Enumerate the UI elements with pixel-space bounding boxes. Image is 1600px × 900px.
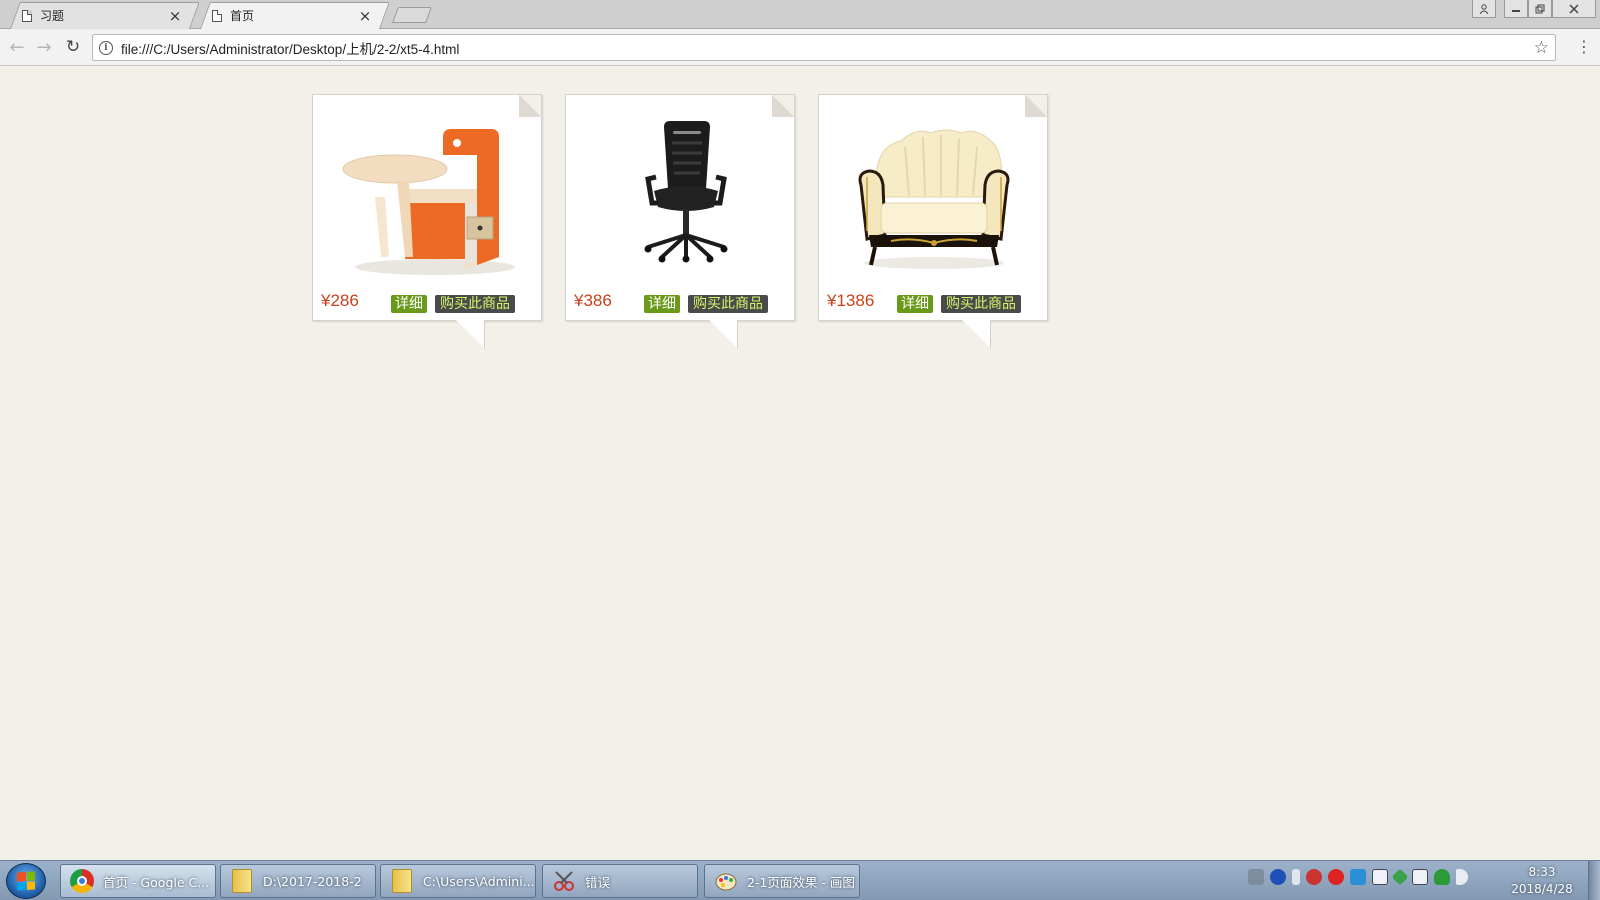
tab-exercises[interactable]: 习题 × bbox=[0, 2, 200, 29]
office-chair-image bbox=[644, 121, 728, 263]
folder-icon bbox=[229, 868, 255, 894]
clock-time: 8:33 bbox=[1528, 865, 1556, 879]
chrome-icon bbox=[69, 868, 95, 894]
taskbar: 首页 - Google C... D:\2017-2018-2 C:\Users… bbox=[0, 860, 1600, 900]
user-icon[interactable] bbox=[1472, 0, 1496, 18]
security-icon[interactable] bbox=[1306, 869, 1322, 885]
taskbar-item-label: 2-1页面效果 - 画图 bbox=[747, 874, 855, 890]
product-card: ¥286 详细 购买此商品 bbox=[312, 94, 542, 348]
clock[interactable]: 8:33 2018/4/28 bbox=[1508, 864, 1576, 898]
show-hidden-icons-icon[interactable] bbox=[1292, 869, 1300, 885]
detail-button[interactable]: 详细 bbox=[644, 295, 680, 313]
reload-icon[interactable]: ↻ bbox=[62, 36, 84, 58]
taskbar-item-label: 首页 - Google C... bbox=[103, 874, 210, 890]
device-icon[interactable] bbox=[1372, 869, 1388, 885]
buy-button[interactable]: 购买此商品 bbox=[435, 295, 515, 313]
page-icon bbox=[212, 9, 222, 22]
restore-icon[interactable] bbox=[1528, 0, 1552, 18]
close-tab-icon[interactable]: × bbox=[358, 7, 372, 25]
minimize-icon[interactable] bbox=[1504, 0, 1528, 18]
page-content: ¥286 详细 购买此商品 ¥386 详细 购买此商品 ¥1386 详细 购买此… bbox=[0, 66, 1600, 860]
info-icon[interactable]: i bbox=[99, 40, 113, 55]
network-icon[interactable] bbox=[1412, 869, 1428, 885]
detail-button[interactable]: 详细 bbox=[897, 295, 933, 313]
product-price: ¥386 bbox=[574, 291, 612, 310]
product-price: ¥1386 bbox=[827, 291, 875, 310]
paint-icon bbox=[713, 868, 739, 894]
close-tab-icon[interactable]: × bbox=[168, 7, 182, 25]
buy-button[interactable]: 购买此商品 bbox=[941, 295, 1021, 313]
page-icon bbox=[22, 9, 32, 22]
card-pointer bbox=[456, 320, 484, 348]
buy-button[interactable]: 购买此商品 bbox=[688, 295, 768, 313]
volume-icon[interactable] bbox=[1456, 869, 1468, 885]
keyboard-icon[interactable] bbox=[1248, 869, 1264, 885]
back-arrow-icon[interactable]: ← bbox=[6, 36, 28, 58]
help-icon[interactable] bbox=[1270, 869, 1286, 885]
start-button[interactable] bbox=[6, 863, 46, 899]
green-diamond-icon[interactable] bbox=[1391, 868, 1409, 886]
taskbar-item-label: 错误 bbox=[585, 874, 611, 890]
new-tab-button[interactable] bbox=[392, 7, 432, 23]
card-pointer bbox=[709, 320, 737, 348]
close-window-icon[interactable] bbox=[1552, 0, 1596, 18]
detail-button[interactable]: 详细 bbox=[391, 295, 427, 313]
snipping-tool-icon bbox=[551, 868, 577, 894]
address-bar[interactable]: i file:///C:/Users/Administrator/Desktop… bbox=[92, 34, 1556, 61]
taskbar-item-error[interactable]: 错误 bbox=[542, 864, 698, 898]
taskbar-item-folder-c[interactable]: C:\Users\Admini... bbox=[380, 864, 536, 898]
armchair-image bbox=[858, 129, 1010, 269]
forward-arrow-icon[interactable]: → bbox=[33, 36, 55, 58]
kids-desk-chair-image bbox=[342, 129, 515, 275]
url-text[interactable]: file:///C:/Users/Administrator/Desktop/上… bbox=[121, 38, 1534, 58]
taskbar-item-label: C:\Users\Admini... bbox=[423, 873, 535, 889]
product-price: ¥286 bbox=[321, 291, 359, 310]
tab-strip: 习题 × 首页 × bbox=[0, 0, 1600, 29]
system-tray bbox=[1248, 868, 1468, 886]
taskbar-item-paint[interactable]: 2-1页面效果 - 画图 bbox=[704, 864, 860, 898]
show-desktop-button[interactable] bbox=[1588, 861, 1600, 900]
product-card: ¥1386 详细 购买此商品 bbox=[818, 94, 1048, 348]
tab-title: 习题 bbox=[40, 9, 65, 23]
bookmark-star-icon[interactable]: ☆ bbox=[1534, 38, 1549, 58]
taskbar-item-chrome[interactable]: 首页 - Google C... bbox=[60, 864, 216, 898]
tab-title: 首页 bbox=[230, 9, 255, 23]
folder-icon bbox=[389, 868, 415, 894]
browser-toolbar: ← → ↻ i file:///C:/Users/Administrator/D… bbox=[0, 30, 1600, 66]
taskbar-item-folder-d[interactable]: D:\2017-2018-2 bbox=[220, 864, 376, 898]
stop-icon[interactable] bbox=[1328, 869, 1344, 885]
tab-home[interactable]: 首页 × bbox=[190, 2, 390, 29]
taskbar-item-label: D:\2017-2018-2 bbox=[263, 873, 362, 889]
card-pointer bbox=[962, 320, 990, 348]
clock-date: 2018/4/28 bbox=[1511, 882, 1573, 896]
menu-icon[interactable]: ⋮ bbox=[1576, 37, 1592, 57]
windows-logo-icon bbox=[17, 871, 35, 891]
input-method-icon[interactable] bbox=[1350, 869, 1366, 885]
shield-icon[interactable] bbox=[1434, 869, 1450, 885]
product-card: ¥386 详细 购买此商品 bbox=[565, 94, 795, 348]
